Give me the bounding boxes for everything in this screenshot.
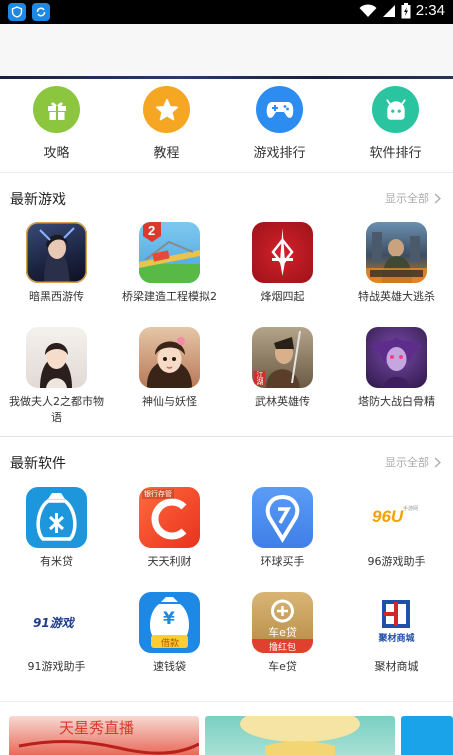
- status-bar: 2:34: [0, 0, 453, 24]
- divider: [0, 436, 453, 437]
- wulin-tag: 江湖: [256, 371, 264, 386]
- game-icon-shenxian: [139, 327, 200, 388]
- quick-nav-game-ranking[interactable]: 游戏排行: [223, 86, 336, 161]
- app-name: 塔防大战白骨精: [358, 395, 435, 408]
- software-item[interactable]: 环球买手: [226, 487, 339, 570]
- icon-96u-text: 96U: [372, 507, 404, 526]
- game-item[interactable]: 2 桥梁建造工程模拟2: [113, 222, 226, 305]
- show-all-software-link[interactable]: 显示全部: [385, 454, 441, 470]
- shield-notification-icon: [8, 3, 26, 21]
- gamepad-icon: [256, 86, 303, 133]
- game-icon-wulin: 江湖: [252, 327, 313, 388]
- quick-nav-label: 游戏排行: [253, 146, 306, 161]
- software-item[interactable]: 银行存管 天天利财: [113, 487, 226, 570]
- section-title-games: 最新游戏: [10, 192, 66, 208]
- signal-icon: [382, 4, 395, 17]
- bridge-badge: 2: [148, 223, 156, 238]
- app-name: 速钱袋: [153, 660, 186, 673]
- chee-title: 车e贷: [268, 626, 297, 639]
- show-all-label: 显示全部: [385, 192, 429, 205]
- bottom-banner-promo[interactable]: [205, 716, 395, 755]
- game-item[interactable]: 暗黑西游传: [0, 222, 113, 305]
- section-title-software: 最新软件: [10, 456, 66, 472]
- app-name: 武林英雄传: [255, 395, 310, 408]
- software-item[interactable]: 聚材商城 聚材商城: [340, 592, 453, 675]
- quick-nav-label: 教程: [153, 146, 180, 161]
- app-name: 我做夫人2之都市物语: [9, 395, 104, 424]
- divider: [0, 701, 453, 702]
- app-icon-96u: 96U 手游网: [366, 487, 427, 548]
- quick-nav-guides[interactable]: 攻略: [0, 86, 113, 161]
- suqian-sub: 借款: [160, 639, 179, 649]
- game-item[interactable]: 烽烟四起: [226, 222, 339, 305]
- game-icon-fengyan: [252, 222, 313, 283]
- icon-96u-sub: 手游网: [403, 506, 419, 512]
- game-item[interactable]: 我做夫人2之都市物语: [0, 327, 113, 426]
- gift-icon: [33, 86, 80, 133]
- suqian-yen: ¥: [163, 609, 175, 629]
- app-name: 神仙与妖怪: [142, 395, 197, 408]
- quick-nav-app-ranking[interactable]: 软件排行: [339, 86, 452, 161]
- quick-nav: 攻略 教程 游戏排行 软件排行: [0, 86, 453, 172]
- show-all-games-link[interactable]: 显示全部: [385, 190, 441, 206]
- game-item[interactable]: 塔防大战白骨精: [340, 327, 453, 410]
- app-name: 91游戏助手: [27, 660, 86, 673]
- game-item[interactable]: 江湖 武林英雄传: [226, 327, 339, 410]
- app-name: 天天利财: [147, 555, 192, 568]
- app-name: 车e贷: [268, 660, 297, 673]
- icon-91-text: 91游戏: [33, 616, 74, 630]
- wifi-icon: [359, 3, 377, 17]
- quick-nav-tutorials[interactable]: 教程: [110, 86, 223, 161]
- chevron-right-icon: [434, 457, 441, 467]
- game-item[interactable]: 神仙与妖怪: [113, 327, 226, 410]
- quick-nav-label: 软件排行: [369, 146, 422, 161]
- software-item[interactable]: 96U 手游网 96游戏助手: [340, 487, 453, 570]
- star-icon: [143, 86, 190, 133]
- game-icon-anhei: [26, 222, 87, 283]
- android-icon: [372, 86, 419, 133]
- bottom-banner-live[interactable]: 天星秀直播: [9, 716, 199, 755]
- app-icon-chee: 车e贷 撸红包: [252, 592, 313, 653]
- app-name: 96游戏助手: [367, 555, 426, 568]
- app-icon-youmidai: [26, 487, 87, 548]
- software-item[interactable]: 有米贷: [0, 487, 113, 570]
- app-name: 烽烟四起: [260, 290, 305, 303]
- header-area: [0, 24, 453, 76]
- chee-sub: 撸红包: [268, 643, 296, 653]
- banner-strip: [0, 76, 453, 79]
- app-name: 聚材商城: [374, 660, 419, 673]
- game-icon-bridge: 2: [139, 222, 200, 283]
- app-name: 桥梁建造工程模拟2: [122, 290, 217, 303]
- sync-notification-icon: [32, 3, 50, 21]
- app-name: 暗黑西游传: [29, 290, 84, 303]
- app-name: 环球买手: [260, 555, 305, 568]
- clock: 2:34: [415, 2, 445, 19]
- show-all-label: 显示全部: [385, 456, 429, 469]
- battery-icon: [401, 2, 411, 18]
- quick-nav-label: 攻略: [43, 146, 70, 161]
- app-name: 特战英雄大逃杀: [358, 290, 435, 303]
- chevron-right-icon: [434, 193, 441, 203]
- software-item[interactable]: ¥ 借款 速钱袋: [113, 592, 226, 675]
- game-icon-tezhan: [366, 222, 427, 283]
- software-item[interactable]: 车e贷 撸红包 车e贷: [226, 592, 339, 675]
- app-icon-tiantian: 银行存管: [139, 487, 200, 548]
- bottom-banner-edge[interactable]: [401, 716, 453, 755]
- app-icon-91game: 91游戏: [26, 592, 87, 653]
- software-item[interactable]: 91游戏 91游戏助手: [0, 592, 113, 675]
- game-icon-wozuofuren: [26, 327, 87, 388]
- app-icon-jucai: 聚材商城: [366, 592, 427, 653]
- game-item[interactable]: 特战英雄大逃杀: [340, 222, 453, 305]
- app-icon-huanqiu: [252, 487, 313, 548]
- jucai-text: 聚材商城: [378, 634, 415, 644]
- app-icon-suqiandai: ¥ 借款: [139, 592, 200, 653]
- app-name: 有米贷: [40, 555, 73, 568]
- game-icon-tafang: [366, 327, 427, 388]
- tiantian-tag: 银行存管: [142, 489, 174, 499]
- divider: [0, 172, 453, 173]
